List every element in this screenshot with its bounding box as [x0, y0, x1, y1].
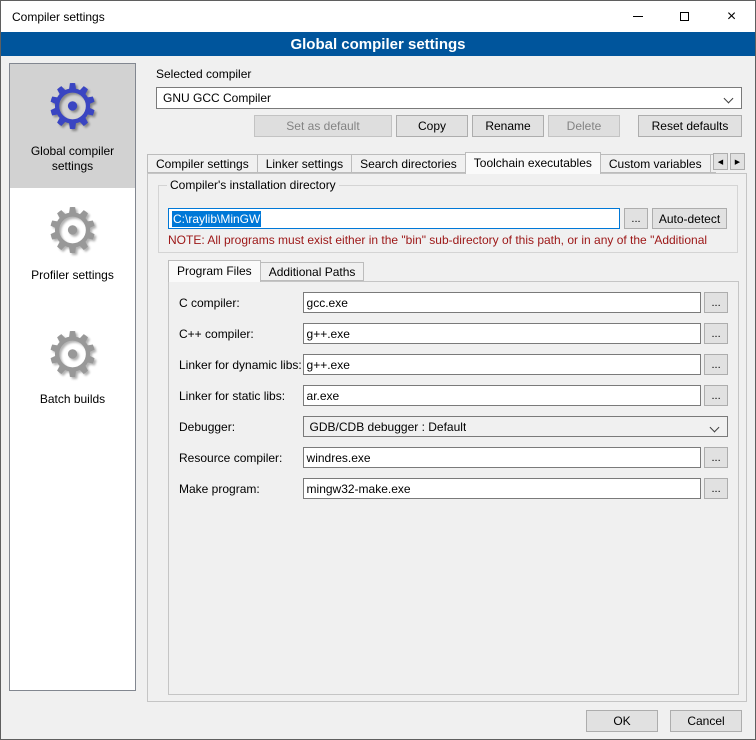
install-dir-value: C:\raylib\MinGW [172, 211, 261, 227]
tab-linker-settings[interactable]: Linker settings [257, 154, 352, 173]
sidebar-item-label: Global compiler settings [12, 144, 133, 174]
close-button[interactable]: × [708, 1, 755, 32]
tab-custom-variables[interactable]: Custom variables [600, 154, 711, 173]
toolchain-row: Make program: mingw32-make.exe... [179, 478, 728, 499]
install-dir-group: Compiler's installation directory C:\ray… [158, 185, 738, 253]
linker-dynamic-value: g++.exe [307, 358, 350, 372]
reset-defaults-button[interactable]: Reset defaults [638, 115, 742, 137]
resource-compiler-value: windres.exe [307, 451, 371, 465]
linker-static-input[interactable]: ar.exe [303, 385, 702, 406]
install-dir-input[interactable]: C:\raylib\MinGW [168, 208, 620, 229]
make-program-input[interactable]: mingw32-make.exe [303, 478, 702, 499]
copy-button[interactable]: Copy [396, 115, 468, 137]
compiler-settings-window: Compiler settings × Global compiler sett… [0, 0, 756, 740]
c-compiler-value: gcc.exe [307, 296, 348, 310]
maximize-button[interactable] [661, 1, 708, 32]
tab-scroll-right-button[interactable]: ▶ [730, 153, 745, 170]
toolchain-row: C compiler: gcc.exe... [179, 292, 728, 313]
dropdown-arrow-icon [724, 94, 734, 104]
tabs-row: Compiler settingsLinker settingsSearch d… [147, 152, 716, 174]
c-compiler-input[interactable]: gcc.exe [303, 292, 702, 313]
cpp-compiler-browse-button[interactable]: ... [704, 323, 728, 344]
subtab-program-files[interactable]: Program Files [168, 260, 261, 282]
toolchain-row: Linker for static libs: ar.exe... [179, 385, 728, 406]
c-compiler-label: C compiler: [179, 296, 303, 310]
delete-button: Delete [548, 115, 620, 137]
minimize-icon [633, 16, 643, 17]
selected-compiler-label: Selected compiler [156, 67, 251, 81]
debugger-label: Debugger: [179, 420, 303, 434]
linker-static-label: Linker for static libs: [179, 389, 303, 403]
tab-scroll-left-button[interactable]: ◀ [713, 153, 728, 170]
make-program-browse-button[interactable]: ... [704, 478, 728, 499]
toolchain-executables-panel: Compiler's installation directory C:\ray… [147, 173, 747, 702]
minimize-button[interactable] [614, 1, 661, 32]
dialog-footer: OK Cancel [586, 710, 742, 732]
main-panel: Selected compiler GNU GCC Compiler Set a… [146, 56, 749, 740]
batch-builds-gear-icon: ⚙ [45, 324, 101, 386]
install-dir-browse-button[interactable]: ... [624, 208, 648, 229]
subtab-additional-paths[interactable]: Additional Paths [260, 262, 365, 281]
dropdown-arrow-icon [710, 423, 720, 433]
c-compiler-browse-button[interactable]: ... [704, 292, 728, 313]
titlebar: Compiler settings × [1, 1, 755, 32]
resource-compiler-browse-button[interactable]: ... [704, 447, 728, 468]
rename-button[interactable]: Rename [472, 115, 544, 137]
maximize-icon [680, 12, 689, 21]
program-files-tabbar: Program FilesAdditional Paths [168, 260, 363, 282]
window-controls: × [614, 1, 755, 32]
profiler-gear-icon: ⚙ [45, 200, 101, 262]
debugger-value: GDB/CDB debugger : Default [310, 420, 467, 434]
tab-compiler-settings[interactable]: Compiler settings [147, 154, 258, 173]
toolchain-row: Resource compiler: windres.exe... [179, 447, 728, 468]
resource-compiler-label: Resource compiler: [179, 451, 303, 465]
cancel-button[interactable]: Cancel [670, 710, 742, 732]
make-program-value: mingw32-make.exe [307, 482, 411, 496]
cpp-compiler-input[interactable]: g++.exe [303, 323, 702, 344]
linker-dynamic-input[interactable]: g++.exe [303, 354, 702, 375]
selected-compiler-value: GNU GCC Compiler [163, 91, 271, 105]
toolchain-row: Debugger: GDB/CDB debugger : Default [179, 416, 728, 437]
cpp-compiler-value: g++.exe [307, 327, 350, 341]
install-dir-group-label: Compiler's installation directory [167, 178, 339, 192]
tab-toolchain-executables[interactable]: Toolchain executables [465, 152, 601, 174]
toolchain-row: Linker for dynamic libs: g++.exe... [179, 354, 728, 375]
make-program-label: Make program: [179, 482, 303, 496]
linker-dynamic-browse-button[interactable]: ... [704, 354, 728, 375]
sidebar-item-label: Batch builds [40, 392, 105, 407]
linker-static-value: ar.exe [307, 389, 340, 403]
dialog-header: Global compiler settings [1, 32, 755, 56]
tab-scroll-left-icon: ◀ [718, 158, 723, 166]
tab-scroll-right-icon: ▶ [735, 158, 740, 166]
autodetect-button[interactable]: Auto-detect [652, 208, 727, 229]
linker-static-browse-button[interactable]: ... [704, 385, 728, 406]
window-title: Compiler settings [1, 10, 105, 24]
ok-button[interactable]: OK [586, 710, 658, 732]
sidebar-item-global-compiler-settings[interactable]: ⚙ Global compiler settings [10, 64, 135, 188]
install-dir-note: NOTE: All programs must exist either in … [168, 233, 735, 247]
sidebar-item-profiler-settings[interactable]: ⚙ Profiler settings [10, 188, 135, 312]
sidebar-item-label: Profiler settings [31, 268, 114, 283]
gear-icon: ⚙ [45, 76, 101, 138]
settings-tabbar: Compiler settingsLinker settingsSearch d… [147, 152, 747, 174]
tab-search-directories[interactable]: Search directories [351, 154, 466, 173]
settings-category-list: ⚙ Global compiler settings ⚙ Profiler setti… [9, 63, 136, 691]
selected-compiler-dropdown[interactable]: GNU GCC Compiler [156, 87, 742, 109]
sidebar-item-batch-builds[interactable]: ⚙ Batch builds [10, 312, 135, 436]
tab-scroll-controls: ◀ ▶ [713, 153, 745, 170]
linker-dynamic-label: Linker for dynamic libs: [179, 358, 303, 372]
close-icon: × [727, 9, 736, 25]
debugger-dropdown[interactable]: GDB/CDB debugger : Default [303, 416, 728, 437]
resource-compiler-input[interactable]: windres.exe [303, 447, 702, 468]
program-files-panel: C compiler: gcc.exe... C++ compiler: g++.ex… [168, 281, 739, 695]
cpp-compiler-label: C++ compiler: [179, 327, 303, 341]
set-as-default-button: Set as default [254, 115, 392, 137]
toolchain-row: C++ compiler: g++.exe... [179, 323, 728, 344]
